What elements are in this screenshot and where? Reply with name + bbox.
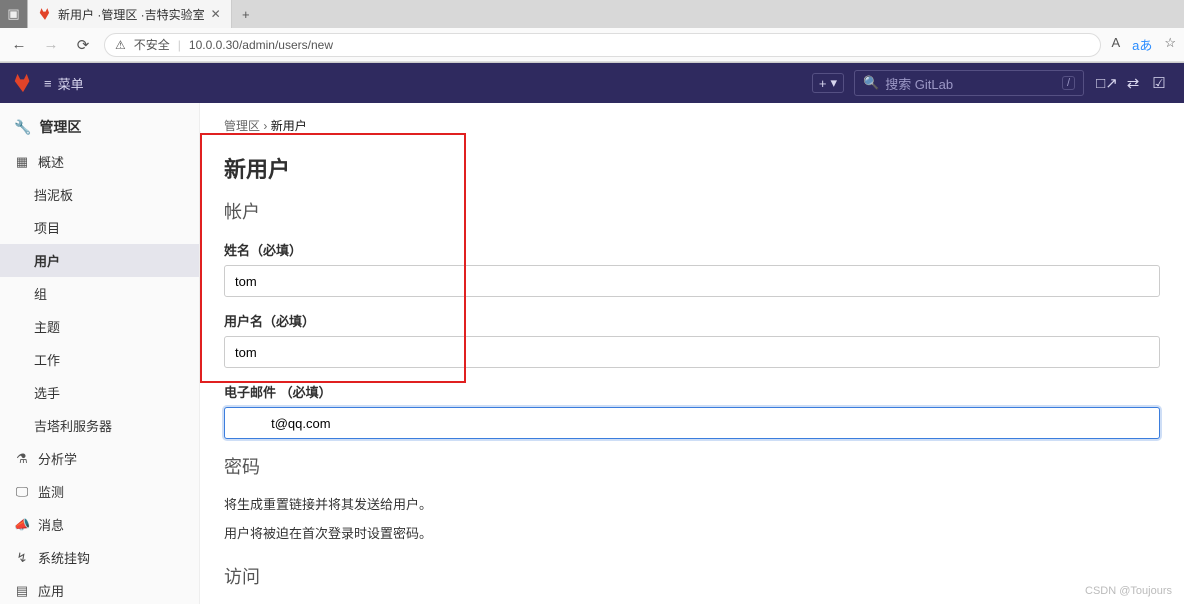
password-section: 密码: [224, 453, 1160, 479]
pw-help-1: 将生成重置链接并将其发送给用户。: [224, 495, 1160, 516]
email-input[interactable]: [224, 407, 1160, 439]
sidebar-item-label: 分析学: [38, 449, 77, 468]
todos-icon[interactable]: ☑: [1146, 74, 1172, 92]
watermark: CSDN @Toujours: [1085, 585, 1172, 597]
name-label: 姓名（必填）: [224, 240, 1160, 259]
font-size-icon[interactable]: A: [1111, 35, 1120, 54]
address-bar[interactable]: ⚠ 不安全 | 10.0.0.30/admin/users/new: [104, 33, 1101, 57]
search-box[interactable]: 🔍 搜索 GitLab /: [854, 70, 1084, 96]
sidebar: 🔧 管理区 ▦ 概述 挡泥板项目用户组主题工作选手吉塔利服务器 ⚗ 分析学 🖵 监测 📣…: [0, 103, 200, 604]
issues-icon[interactable]: □↗: [1094, 74, 1120, 92]
breadcrumb: 管理区 › 新用户: [224, 117, 1160, 134]
account-section: 帐户: [224, 198, 1160, 224]
tab-title: 新用户 ·管理区 ·吉特实验室: [58, 6, 205, 23]
sidebar-head-label: 管理区: [39, 117, 81, 137]
sidebar-head[interactable]: 🔧 管理区: [0, 109, 199, 145]
wrench-icon: 🔧: [14, 119, 31, 136]
sidebar-item-overview[interactable]: ▦ 概述: [0, 145, 199, 178]
access-section: 访问: [224, 563, 1160, 589]
main-content: 管理区 › 新用户 新用户 帐户 姓名（必填） 用户名（必填） 电子邮件 （必填…: [200, 103, 1184, 604]
window-icon: ▣: [0, 0, 28, 28]
menu-button[interactable]: ≡ 菜单: [44, 74, 84, 93]
translate-icon[interactable]: aあ: [1132, 35, 1152, 54]
app-header: ≡ 菜单 + ▾ 🔍 搜索 GitLab / □↗ ⇄ ☑: [0, 63, 1184, 103]
browser-tab[interactable]: 新用户 ·管理区 ·吉特实验室 ✕: [28, 0, 232, 28]
search-placeholder: 搜索 GitLab: [885, 74, 953, 93]
dash-icon: ▦: [14, 154, 30, 170]
sidebar-sub-item[interactable]: 工作: [0, 343, 199, 376]
unsafe-label: 不安全: [134, 36, 170, 53]
sidebar-item-label: 监测: [38, 482, 64, 501]
chevron-down-icon: ▾: [830, 75, 837, 91]
breadcrumb-root[interactable]: 管理区: [224, 119, 260, 133]
breadcrumb-current: 新用户: [271, 119, 307, 133]
megaphone-icon: 📣: [14, 517, 30, 533]
new-dropdown[interactable]: + ▾: [812, 73, 844, 93]
close-tab-icon[interactable]: ✕: [211, 7, 221, 21]
sidebar-sub-item[interactable]: 用户: [0, 244, 199, 277]
sidebar-item[interactable]: ↯ 系统挂钩: [0, 541, 199, 574]
sidebar-sub-item[interactable]: 挡泥板: [0, 178, 199, 211]
gitlab-favicon-icon: [38, 7, 52, 21]
sidebar-item[interactable]: 📣 消息: [0, 508, 199, 541]
favorite-icon[interactable]: ☆: [1164, 35, 1176, 54]
back-button[interactable]: ←: [8, 36, 30, 53]
merge-requests-icon[interactable]: ⇄: [1120, 74, 1146, 92]
forward-button: →: [40, 36, 62, 53]
flask-icon: ⚗: [14, 451, 30, 467]
sidebar-item[interactable]: ▤ 应用: [0, 574, 199, 604]
sidebar-item-label: 系统挂钩: [38, 548, 90, 567]
sidebar-sub-item[interactable]: 组: [0, 277, 199, 310]
search-shortcut: /: [1062, 76, 1075, 90]
sidebar-sub-item[interactable]: 项目: [0, 211, 199, 244]
hamburger-icon: ≡: [44, 76, 52, 91]
pw-help-2: 用户将被迫在首次登录时设置密码。: [224, 524, 1160, 545]
sidebar-item-label: 消息: [38, 515, 64, 534]
new-tab-button[interactable]: +: [232, 7, 260, 22]
sidebar-sub-item[interactable]: 主题: [0, 310, 199, 343]
page-title: 新用户: [224, 152, 1160, 184]
name-input[interactable]: [224, 265, 1160, 297]
sidebar-sub-item[interactable]: 吉塔利服务器: [0, 409, 199, 442]
grid-icon: ▤: [14, 583, 30, 599]
menu-label: 菜单: [58, 74, 84, 93]
url-text: 10.0.0.30/admin/users/new: [189, 38, 333, 52]
monitor-icon: 🖵: [14, 484, 30, 500]
search-icon: 🔍: [863, 75, 879, 91]
sidebar-item[interactable]: 🖵 监测: [0, 475, 199, 508]
sidebar-item[interactable]: ⚗ 分析学: [0, 442, 199, 475]
gitlab-logo-icon[interactable]: [12, 72, 34, 94]
username-label: 用户名（必填）: [224, 311, 1160, 330]
sidebar-item-label: 应用: [38, 581, 64, 600]
username-input[interactable]: [224, 336, 1160, 368]
email-label: 电子邮件 （必填）: [224, 382, 1160, 401]
hook-icon: ↯: [14, 550, 30, 566]
plus-icon: +: [819, 76, 827, 91]
unsafe-icon: ⚠: [115, 38, 126, 52]
sidebar-sub-item[interactable]: 选手: [0, 376, 199, 409]
sidebar-item-label: 概述: [38, 152, 64, 171]
reload-button[interactable]: ⟳: [72, 36, 94, 54]
